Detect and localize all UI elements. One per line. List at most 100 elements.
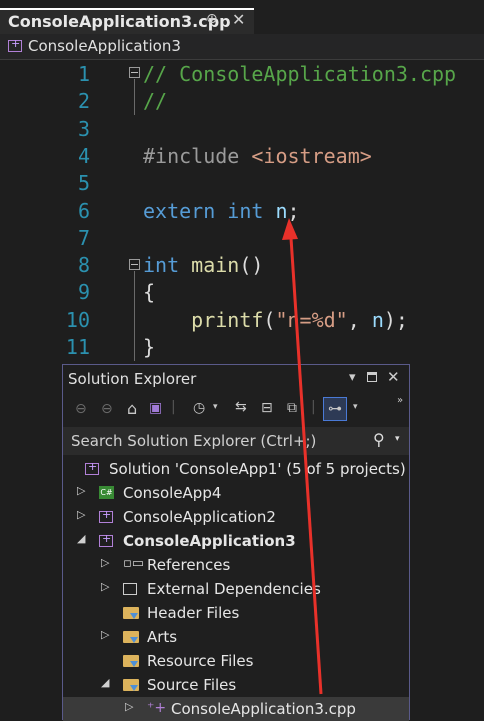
tree-item[interactable]: ◢ Source Files bbox=[63, 673, 409, 697]
code-token: main bbox=[191, 253, 240, 278]
maximize-icon[interactable] bbox=[367, 372, 377, 382]
tree-item-label: Header Files bbox=[147, 604, 240, 622]
tree-item[interactable]: ▷ ConsoleApplication2 bbox=[63, 505, 409, 529]
line-number: 8 bbox=[77, 253, 90, 278]
search-icon[interactable]: ⚲ bbox=[373, 430, 385, 449]
tree-item[interactable]: ▷ External Dependencies bbox=[63, 577, 409, 601]
filter-folder-icon bbox=[123, 631, 139, 643]
tree-item[interactable]: ▷ C# ConsoleApp4 bbox=[63, 481, 409, 505]
solution-explorer-header: Solution Explorer ▾ ✕ bbox=[63, 365, 409, 393]
window-position-icon[interactable]: ▾ bbox=[349, 370, 356, 385]
tree-item[interactable]: Header Files bbox=[63, 601, 409, 625]
show-all-files-icon[interactable]: ⧉ bbox=[287, 400, 297, 416]
overflow-icon[interactable]: » bbox=[397, 395, 403, 406]
tree-item-label: ConsoleApp4 bbox=[123, 484, 222, 502]
code-token: ); bbox=[383, 307, 408, 332]
code-line[interactable]: // ConsoleApplication3.cpp bbox=[143, 62, 456, 86]
code-token: extern bbox=[143, 198, 228, 223]
line-number: 4 bbox=[77, 143, 90, 168]
line-number: 5 bbox=[77, 171, 90, 196]
panel-title: Solution Explorer bbox=[68, 370, 197, 388]
code-token: int bbox=[143, 253, 192, 278]
line-number: 10 bbox=[65, 307, 90, 332]
project-navigation-bar[interactable]: ConsoleApplication3 bbox=[0, 34, 484, 60]
cpp-project-icon bbox=[99, 532, 113, 547]
filter-dropdown-icon[interactable]: ▾ bbox=[213, 402, 218, 412]
toolbar-separator: | bbox=[311, 399, 316, 415]
tree-item[interactable]: Resource Files bbox=[63, 649, 409, 673]
line-number: 3 bbox=[77, 116, 90, 141]
solution-explorer-toolbar: ⊖ ⊖ ⌂ ▣ | ◷ ▾ ⇆ ⊟ ⧉ | ⊶ ▾ » bbox=[63, 393, 409, 427]
collapse-arrow-icon[interactable]: ◢ bbox=[77, 532, 85, 545]
code-line[interactable]: // bbox=[143, 89, 167, 113]
code-token: // bbox=[143, 89, 168, 114]
code-token: () bbox=[239, 253, 264, 278]
collapse-all-icon[interactable]: ⊟ bbox=[261, 400, 273, 416]
expand-arrow-icon[interactable]: ▷ bbox=[77, 508, 85, 521]
properties-icon[interactable]: ⊶ bbox=[323, 397, 347, 421]
project-dropdown-label[interactable]: ConsoleApplication3 bbox=[28, 37, 181, 55]
tree-item[interactable]: ▷ ▫▭ References bbox=[63, 553, 409, 577]
more-dropdown-icon[interactable]: ▾ bbox=[353, 402, 358, 412]
code-token: n bbox=[371, 307, 384, 332]
expand-arrow-icon[interactable]: ▷ bbox=[101, 580, 109, 593]
expand-arrow-icon[interactable]: ▷ bbox=[77, 484, 85, 497]
pin-icon[interactable]: ⊕ bbox=[206, 11, 218, 27]
expand-arrow-icon[interactable]: ▷ bbox=[101, 628, 109, 641]
home-icon[interactable]: ⌂ bbox=[127, 399, 137, 418]
tree-item-label: External Dependencies bbox=[147, 580, 321, 598]
collapse-arrow-icon[interactable]: ◢ bbox=[101, 676, 109, 689]
switch-views-icon[interactable]: ▣ bbox=[149, 400, 162, 416]
tab-consoleapplication3-cpp[interactable]: ConsoleApplication3.cpp ⊕ ✕ bbox=[0, 8, 254, 34]
forward-icon[interactable]: ⊖ bbox=[101, 401, 113, 417]
pending-changes-filter-icon[interactable]: ◷ bbox=[193, 400, 205, 416]
tree-item-label: ConsoleApplication2 bbox=[123, 508, 276, 526]
code-token: <iostream> bbox=[251, 143, 372, 168]
tree-item[interactable]: ▷ ⁺+ ConsoleApplication3.cpp bbox=[63, 697, 409, 721]
search-solution-explorer-input[interactable]: Search Solution Explorer (Ctrl+;) ⚲ ▾ bbox=[63, 427, 409, 455]
code-line[interactable]: } bbox=[143, 335, 155, 359]
expand-arrow-icon[interactable]: ▷ bbox=[125, 700, 133, 713]
collapse-main-icon[interactable] bbox=[129, 259, 140, 270]
back-icon[interactable]: ⊖ bbox=[75, 401, 87, 417]
tree-item-label: Arts bbox=[147, 628, 178, 646]
filter-folder-icon bbox=[123, 607, 139, 619]
cpp-project-icon bbox=[99, 508, 113, 523]
solution-explorer-panel: Solution Explorer ▾ ✕ ⊖ ⊖ ⌂ ▣ | ◷ ▾ ⇆ ⊟ … bbox=[62, 364, 410, 721]
code-token: "n=%d" bbox=[275, 307, 348, 332]
tree-item[interactable]: ▷ Arts bbox=[63, 625, 409, 649]
line-number: 7 bbox=[77, 225, 90, 250]
tree-item-label: ConsoleApplication3.cpp bbox=[171, 700, 356, 718]
sync-with-active-document-icon[interactable]: ⇆ bbox=[235, 399, 247, 415]
tree-item[interactable]: Solution 'ConsoleApp1' (5 of 5 projects) bbox=[63, 457, 409, 481]
code-line[interactable]: { bbox=[143, 280, 155, 304]
tree-item[interactable]: ◢ ConsoleApplication3 bbox=[63, 529, 409, 553]
code-token: #include bbox=[143, 143, 252, 168]
toolbar-separator: | bbox=[171, 399, 176, 415]
close-panel-icon[interactable]: ✕ bbox=[387, 368, 400, 386]
solution-icon bbox=[85, 460, 99, 475]
filter-folder-icon bbox=[123, 679, 139, 691]
references-icon: ▫▭ bbox=[123, 556, 145, 571]
code-token: int bbox=[227, 198, 276, 223]
code-token: ; bbox=[287, 198, 300, 223]
fold-guide-line bbox=[134, 271, 135, 361]
search-options-dropdown-icon[interactable]: ▾ bbox=[395, 434, 400, 444]
code-line[interactable]: int main() bbox=[143, 253, 263, 277]
line-number: 1 bbox=[77, 62, 90, 86]
fold-guide-line bbox=[134, 79, 135, 115]
tab-title: ConsoleApplication3.cpp bbox=[8, 12, 231, 31]
tree-item-label: Resource Files bbox=[147, 652, 254, 670]
line-number: 2 bbox=[77, 89, 90, 114]
code-line[interactable]: #include <iostream> bbox=[143, 144, 372, 168]
code-line[interactable]: extern int n; bbox=[143, 199, 300, 223]
tree-item-label: Source Files bbox=[147, 676, 237, 694]
tree-item-label: Solution 'ConsoleApp1' (5 of 5 projects) bbox=[109, 460, 406, 478]
close-icon[interactable]: ✕ bbox=[232, 10, 245, 29]
cpp-project-icon bbox=[8, 37, 22, 52]
code-token: n bbox=[275, 198, 288, 223]
code-line[interactable]: printf("n=%d", n); bbox=[143, 308, 408, 332]
expand-arrow-icon[interactable]: ▷ bbox=[101, 556, 109, 569]
collapse-comment-icon[interactable] bbox=[129, 67, 140, 78]
